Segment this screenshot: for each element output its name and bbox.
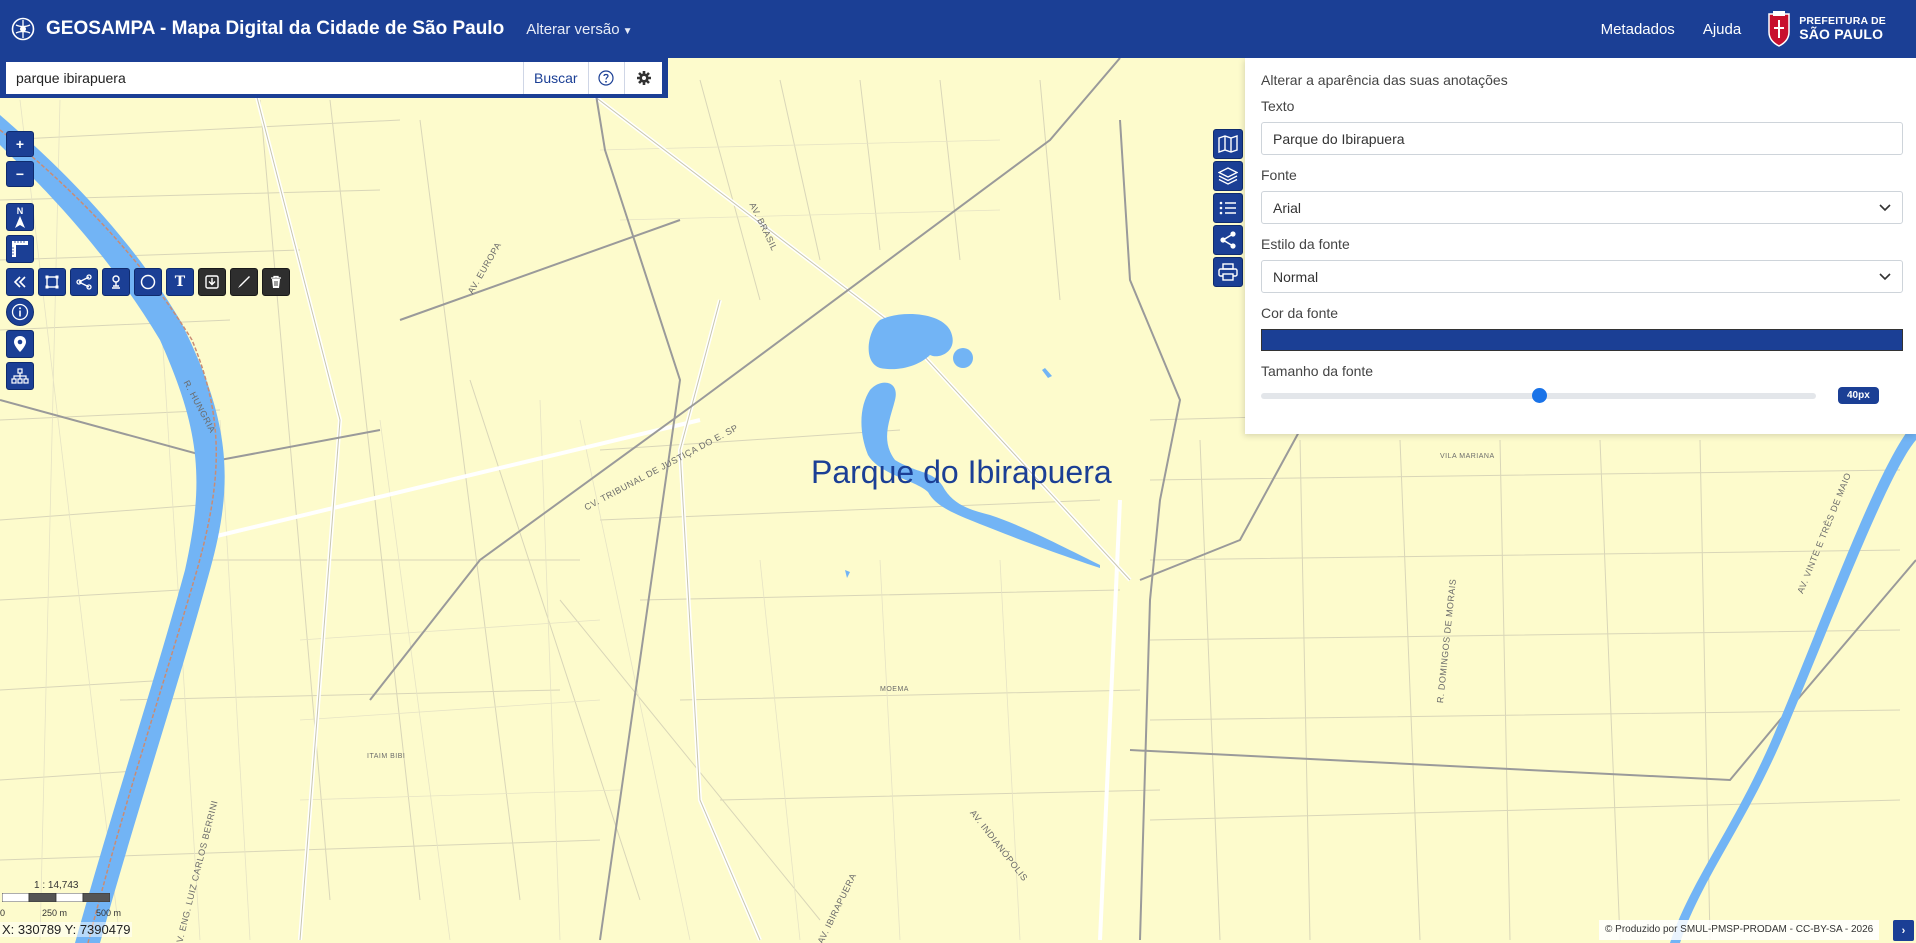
scale-label-0: 0 bbox=[0, 908, 6, 918]
tamanho-label: Tamanho da fonte bbox=[1261, 363, 1374, 379]
attribution-text: © Produzido por SMUL-PMSP-PRODAM - CC-BY… bbox=[1599, 920, 1880, 940]
nav-link-metadados[interactable]: Metadados bbox=[1601, 21, 1675, 38]
north-arrow-button[interactable]: N bbox=[6, 203, 34, 231]
search-settings-button[interactable] bbox=[625, 62, 662, 94]
district-label: ITAIM BIBI bbox=[367, 753, 406, 760]
printer-icon bbox=[1218, 263, 1238, 281]
font-family-select[interactable]: Arial bbox=[1261, 191, 1903, 224]
chevron-down-icon bbox=[1879, 203, 1891, 211]
text-tool-icon: T bbox=[174, 274, 186, 290]
scale-label-500: 500 m bbox=[96, 908, 122, 918]
map-pin-icon bbox=[14, 336, 26, 352]
delete-drawing-button[interactable] bbox=[262, 268, 290, 296]
save-drawing-button[interactable] bbox=[198, 268, 226, 296]
line-share-icon bbox=[76, 274, 92, 290]
measure-button[interactable] bbox=[6, 235, 34, 263]
info-icon bbox=[11, 303, 29, 321]
layers-button[interactable] bbox=[1213, 161, 1243, 191]
attribution-toggle-button[interactable]: › bbox=[1893, 920, 1914, 941]
pencil-icon bbox=[238, 276, 250, 288]
ruler-icon bbox=[12, 241, 28, 257]
layers-icon bbox=[1218, 167, 1238, 185]
list-icon bbox=[1219, 201, 1236, 215]
font-color-picker[interactable] bbox=[1261, 329, 1903, 351]
draw-polygon-button[interactable] bbox=[38, 268, 66, 296]
font-size-value-badge: 40px bbox=[1838, 387, 1879, 404]
estilo-label: Estilo da fonte bbox=[1261, 236, 1350, 252]
chevron-down-icon bbox=[1879, 272, 1891, 280]
texto-label: Texto bbox=[1261, 98, 1295, 114]
search-help-button[interactable] bbox=[588, 62, 626, 94]
font-size-slider-thumb[interactable] bbox=[1531, 387, 1547, 403]
version-dropdown[interactable]: Alterar versão ▼ bbox=[526, 21, 632, 38]
font-family-value: Arial bbox=[1273, 199, 1302, 216]
cor-label: Cor da fonte bbox=[1261, 305, 1339, 321]
hierarchy-button[interactable] bbox=[6, 362, 34, 390]
version-dropdown-label: Alterar versão bbox=[526, 20, 620, 38]
caret-down-icon: ▼ bbox=[622, 25, 633, 37]
double-chevron-left-icon bbox=[13, 276, 26, 288]
search-input[interactable] bbox=[6, 62, 524, 94]
location-button[interactable] bbox=[6, 330, 34, 358]
draw-text-button[interactable]: T bbox=[166, 268, 194, 296]
draw-line-button[interactable] bbox=[70, 268, 98, 296]
district-label: MOEMA bbox=[880, 686, 909, 693]
collapse-draw-tools-button[interactable] bbox=[6, 268, 34, 296]
info-button[interactable] bbox=[6, 298, 34, 326]
trash-icon bbox=[271, 275, 281, 288]
map-annotation-text[interactable]: Parque do Ibirapuera bbox=[811, 454, 1112, 491]
gear-icon bbox=[636, 71, 651, 85]
zoom-out-button[interactable]: − bbox=[6, 161, 34, 187]
font-size-slider[interactable] bbox=[1261, 387, 1816, 403]
zoom-in-button[interactable]: + bbox=[6, 131, 34, 157]
folded-map-icon bbox=[1218, 135, 1238, 153]
circle-icon bbox=[140, 274, 156, 290]
font-style-value: Normal bbox=[1273, 268, 1319, 285]
panel-title: Alterar a aparência das suas anotações bbox=[1261, 72, 1508, 88]
font-style-select[interactable]: Normal bbox=[1261, 260, 1903, 293]
prefeitura-logo[interactable]: PREFEITURA DE SÃO PAULO bbox=[1765, 10, 1886, 48]
share-icon bbox=[1220, 231, 1236, 249]
fonte-label: Fonte bbox=[1261, 167, 1297, 183]
search-bar: Buscar bbox=[0, 58, 668, 98]
search-button[interactable]: Buscar bbox=[524, 62, 589, 94]
point-marker-icon bbox=[112, 275, 120, 289]
scale-label-250: 250 m bbox=[42, 908, 68, 918]
mouse-coordinates: X: 330789 Y: 7390479 bbox=[0, 922, 133, 937]
top-navbar: GEOSAMPA - Mapa Digital da Cidade de São… bbox=[0, 0, 1916, 58]
legend-list-button[interactable] bbox=[1213, 193, 1243, 223]
help-circle-icon bbox=[598, 70, 615, 86]
map-guide-button[interactable] bbox=[1213, 129, 1243, 159]
share-button[interactable] bbox=[1213, 225, 1243, 255]
annotation-style-panel: Alterar a aparência das suas anotações T… bbox=[1245, 58, 1916, 434]
download-box-icon bbox=[205, 275, 219, 289]
draw-point-button[interactable] bbox=[102, 268, 130, 296]
annotation-text-input[interactable] bbox=[1261, 122, 1903, 155]
district-label: VILA MARIANA bbox=[1440, 453, 1495, 460]
north-label: N bbox=[16, 205, 24, 216]
scale-bar bbox=[2, 893, 110, 902]
sitemap-icon bbox=[11, 368, 29, 384]
sao-paulo-crest-icon bbox=[1768, 11, 1790, 47]
nav-link-ajuda[interactable]: Ajuda bbox=[1703, 21, 1741, 38]
edit-drawing-button[interactable] bbox=[230, 268, 258, 296]
compass-arrow-icon bbox=[15, 215, 25, 228]
polygon-icon bbox=[45, 275, 59, 289]
draw-circle-button[interactable] bbox=[134, 268, 162, 296]
scale-ratio: 1 : 14,743 bbox=[34, 880, 79, 891]
geosampa-logo-icon bbox=[11, 17, 35, 41]
app-title: GEOSAMPA - Mapa Digital da Cidade de São… bbox=[46, 18, 505, 39]
prefeitura-text-line2: SÃO PAULO bbox=[1799, 26, 1884, 43]
print-button[interactable] bbox=[1213, 257, 1243, 287]
